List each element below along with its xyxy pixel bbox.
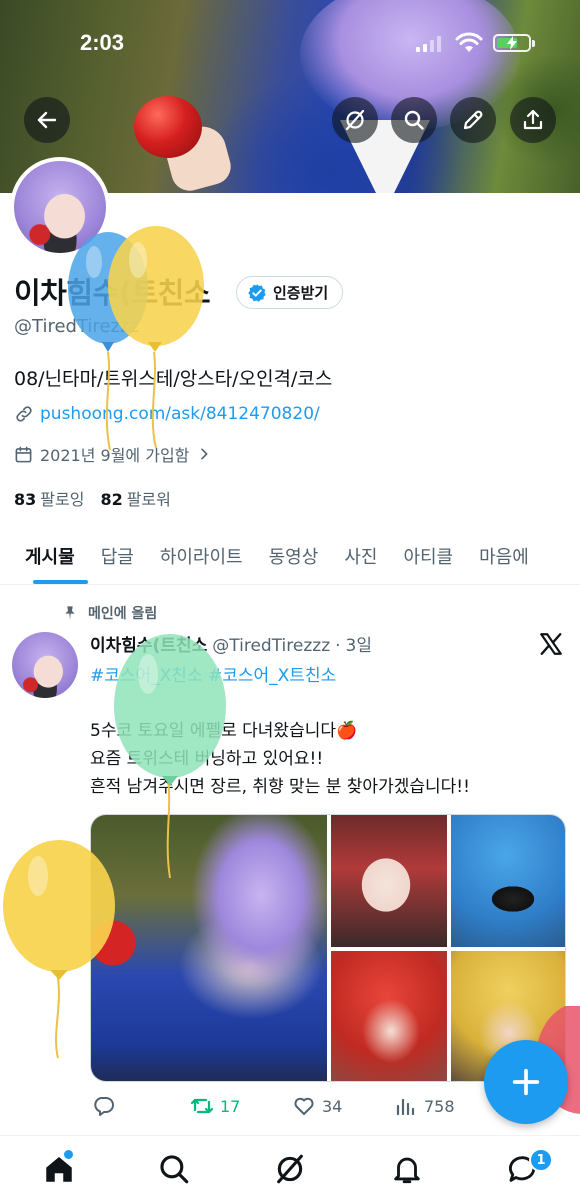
- share-button[interactable]: [510, 97, 556, 143]
- grok-icon: [277, 1154, 303, 1184]
- x-logo-icon[interactable]: [538, 631, 564, 657]
- calendar-icon: [15, 446, 32, 462]
- post-author-avatar[interactable]: [12, 632, 78, 698]
- profile-link-text[interactable]: pushoong.com/ask/8412470820/: [40, 404, 320, 424]
- following-link[interactable]: 83 팔로잉: [14, 486, 84, 510]
- profile-tabs: 게시물 답글 하이라이트 동영상 사진 아티클 마음에: [0, 528, 580, 585]
- like-icon: [294, 1097, 314, 1115]
- search-button[interactable]: [391, 97, 437, 143]
- post-author-handle[interactable]: @TiredTirezzz: [212, 636, 330, 656]
- nav-grok[interactable]: [273, 1152, 307, 1186]
- hashtag-link[interactable]: #코스어_X친소: [90, 666, 203, 686]
- post-text-line: 흔적 남겨주시면 장르, 취향 맞는 분 찾아가겠습니다!!: [90, 777, 470, 797]
- banner-photo-apple: [134, 96, 202, 158]
- chevron-right-icon: [201, 448, 208, 460]
- tab-videos-label: 동영상: [268, 547, 319, 568]
- reply-icon: [94, 1097, 114, 1116]
- view-count: 758: [424, 1096, 455, 1116]
- profile-avatar[interactable]: [10, 157, 110, 257]
- pin-icon: [65, 606, 75, 620]
- compose-button[interactable]: [484, 1040, 568, 1124]
- back-button[interactable]: [24, 97, 70, 143]
- reply-button[interactable]: [92, 1094, 122, 1118]
- edit-icon: [463, 110, 483, 130]
- post-photo[interactable]: [451, 815, 565, 947]
- tab-replies-label: 답글: [100, 547, 134, 568]
- retweet-icon: [190, 1098, 214, 1114]
- hashtag-link[interactable]: #코스어_X트친소: [208, 666, 336, 686]
- signal-icon: [416, 36, 444, 52]
- share-icon: [523, 109, 543, 130]
- grok-icon: [345, 109, 365, 131]
- post-header: 이차힘수(트친소 @TiredTirezzz · 3일: [90, 631, 372, 656]
- edit-button[interactable]: [450, 97, 496, 143]
- views-icon: [396, 1098, 415, 1116]
- back-arrow-icon: [37, 111, 57, 129]
- nav-search[interactable]: [157, 1152, 191, 1186]
- bell-icon: [394, 1157, 420, 1184]
- joined-date-row[interactable]: 2021년 9월에 가입함: [14, 442, 212, 466]
- tab-highlights-label: 하이라이트: [159, 547, 243, 568]
- post-actions: 17 34 758: [90, 1094, 530, 1122]
- views-button[interactable]: 758: [394, 1094, 455, 1118]
- post-text: 5수코 토요일 에펠로 다녀왔습니다🍎 요즘 트위스테 버닝하고 있어요!! 흔적 …: [90, 717, 470, 801]
- profile-name: 이차힘수(트친소: [14, 276, 211, 310]
- tab-posts[interactable]: 게시물: [0, 528, 88, 584]
- followers-label: 팔로워: [126, 490, 171, 509]
- plus-icon: [512, 1068, 540, 1096]
- tab-photos[interactable]: 사진: [331, 528, 390, 584]
- tab-active-indicator: [33, 580, 88, 584]
- battery-icon: [493, 34, 535, 52]
- pinned-label: 메인에 올림: [88, 606, 158, 622]
- post-photo[interactable]: [331, 951, 447, 1081]
- following-count: 83: [14, 490, 37, 509]
- tab-highlights[interactable]: 하이라이트: [147, 528, 256, 584]
- post-media-grid: [90, 814, 566, 1082]
- follow-stats: 83 팔로잉 82 팔로워: [14, 486, 171, 510]
- post-hashtags: #코스어_X친소 #코스어_X트친소: [90, 661, 336, 686]
- grok-button[interactable]: [332, 97, 378, 143]
- tab-photos-label: 사진: [344, 547, 378, 568]
- retweet-button[interactable]: 17: [190, 1094, 240, 1118]
- post-text-line: 요즘 트위스테 버닝하고 있어요!!: [90, 749, 324, 769]
- post-photo[interactable]: [331, 815, 447, 947]
- tab-articles-label: 아티클: [403, 547, 454, 568]
- link-icon: [16, 406, 32, 422]
- tab-articles[interactable]: 아티클: [390, 528, 466, 584]
- following-label: 팔로잉: [40, 490, 85, 509]
- post-author-name[interactable]: 이차힘수(트친소: [90, 631, 207, 656]
- retweet-count: 17: [220, 1096, 241, 1116]
- profile-bio: 08/닌타마/트위스테/앙스타/오인격/코스: [14, 368, 333, 390]
- post-separator: ·: [335, 636, 341, 656]
- tab-posts-label: 게시물: [25, 547, 75, 568]
- home-unread-dot: [64, 1150, 73, 1159]
- tab-videos[interactable]: 동영상: [256, 528, 332, 584]
- pinned-indicator: 메인에 올림: [62, 603, 157, 623]
- profile-handle: @TiredTirezzz: [14, 316, 139, 337]
- post-text-line: 5수코 토요일 에펠로 다녀왔습니다🍎: [90, 721, 358, 741]
- tab-likes-label: 마음에: [479, 547, 529, 568]
- search-icon: [404, 110, 424, 130]
- status-bar: 2:03: [0, 30, 580, 60]
- like-button[interactable]: 34: [292, 1094, 342, 1118]
- get-verified-label: 인증받기: [273, 284, 329, 302]
- tab-likes[interactable]: 마음에: [466, 528, 542, 584]
- like-count: 34: [322, 1096, 343, 1116]
- post-photo[interactable]: [91, 815, 327, 1081]
- wifi-icon: [455, 32, 483, 52]
- status-time: 2:03: [80, 30, 125, 55]
- post-time[interactable]: 3일: [346, 631, 372, 656]
- messages-badge: 1: [529, 1148, 553, 1172]
- followers-link[interactable]: 82 팔로워: [100, 486, 170, 510]
- bottom-nav: [0, 1135, 580, 1200]
- joined-date-text: 2021년 9월에 가입함: [40, 446, 190, 465]
- tab-replies[interactable]: 답글: [88, 528, 147, 584]
- get-verified-button[interactable]: 인증받기: [236, 276, 344, 309]
- nav-notifications[interactable]: [390, 1152, 424, 1186]
- profile-link[interactable]: pushoong.com/ask/8412470820/: [14, 404, 320, 424]
- verified-badge-icon: [248, 283, 266, 302]
- search-icon: [160, 1155, 189, 1184]
- followers-count: 82: [100, 490, 123, 509]
